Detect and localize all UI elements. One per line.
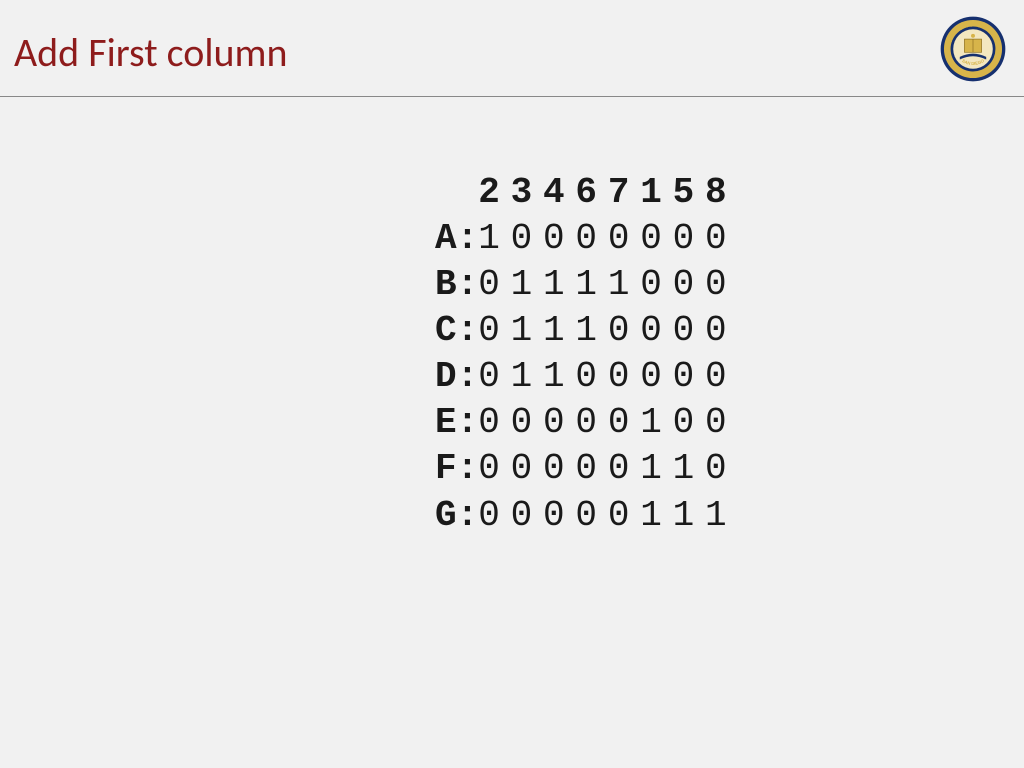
row-label: B: [435, 262, 478, 308]
row-values: 00000110 [478, 448, 737, 489]
university-seal-icon: UNIVERSITY OF CALIFORNIA · SAN DIEGO · [940, 16, 1006, 82]
row-label: A: [435, 216, 478, 262]
row-values: 01100000 [478, 356, 737, 397]
row-values: 01111000 [478, 264, 737, 305]
row-values: 01110000 [478, 310, 737, 351]
matrix-row: E:00000100 [435, 400, 737, 446]
row-values: 00000100 [478, 402, 737, 443]
row-values: 10000000 [478, 218, 737, 259]
row-label: D: [435, 354, 478, 400]
matrix-row: C:01110000 [435, 308, 737, 354]
matrix-row: G:00000111 [435, 493, 737, 539]
matrix-row: A:10000000 [435, 216, 737, 262]
matrix-row: D:01100000 [435, 354, 737, 400]
row-label: C: [435, 308, 478, 354]
matrix-row: B:01111000 [435, 262, 737, 308]
row-label: F: [435, 446, 478, 492]
matrix-block: 23467158 A:10000000B:01111000C:01110000D… [435, 170, 737, 539]
row-values: 00000111 [478, 495, 737, 536]
page-title: Add First column [14, 28, 288, 77]
matrix-row: F:00000110 [435, 446, 737, 492]
row-label: E: [435, 400, 478, 446]
column-headers: 23467158 [478, 172, 737, 213]
row-label: G: [435, 493, 478, 539]
header-bar: Add First column UNIVERSITY OF CALIFORNI… [0, 0, 1024, 97]
column-header-row: 23467158 [435, 170, 737, 216]
